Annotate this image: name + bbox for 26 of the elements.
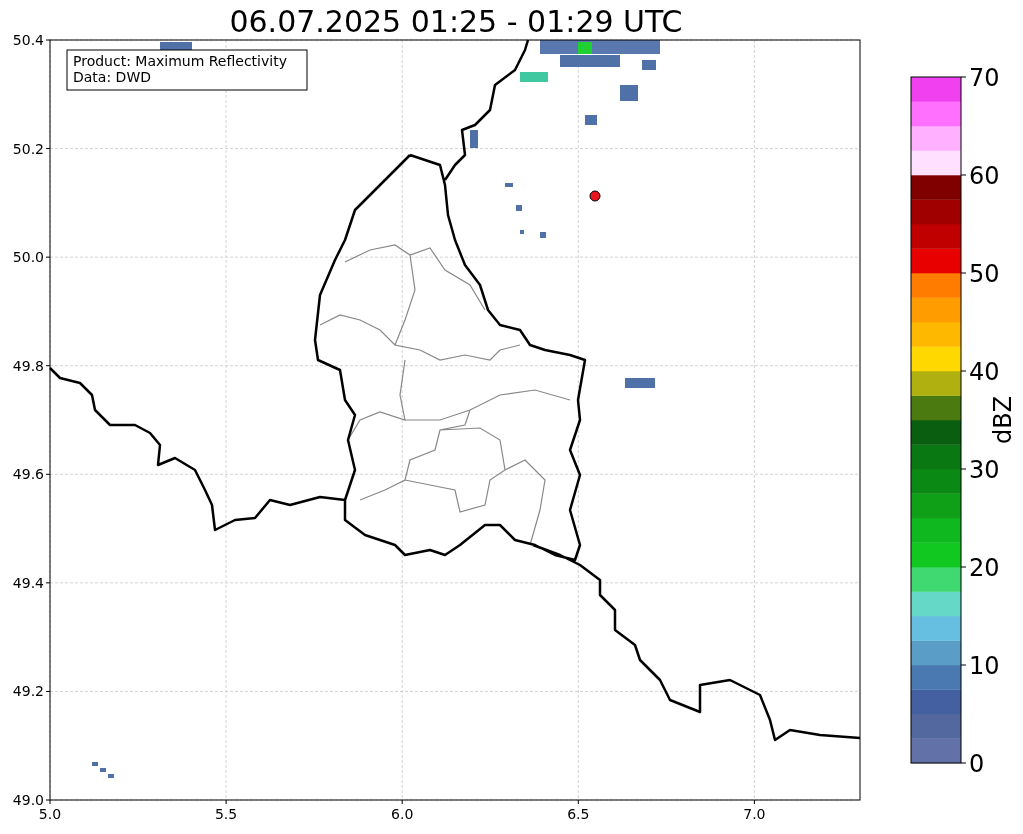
radar-site-marker (589, 190, 601, 202)
colorbar-tick-label: 60 (969, 162, 1000, 190)
longitude-label: 5.5 (214, 806, 238, 822)
latitude-label: 50.0 (12, 249, 44, 266)
colorbar-tick-label: 30 (969, 456, 1000, 484)
longitude-label: 6.5 (567, 806, 590, 822)
latitude-label: 49.8 (12, 357, 44, 374)
legend-text: Product: Maximum Reflectivity (73, 53, 287, 69)
colorbar-tick-label: 10 (969, 652, 1000, 680)
colorbar-tick-label: 20 (969, 554, 1000, 582)
longitude-label: 6.0 (391, 806, 414, 822)
colorbar-tick-label: 40 (969, 358, 1000, 386)
colorbar-tick-label: 0 (969, 750, 985, 778)
longitude-label: 5.0 (38, 806, 62, 822)
colorbar-tick-label: 50 (969, 260, 1000, 288)
colorbar-tick-label: 70 (969, 64, 1000, 92)
latitude-label: 50.4 (12, 32, 44, 48)
legend-text: Data: DWD (73, 69, 151, 85)
colorbar-label: dBZ (989, 395, 1017, 445)
latitude-label: 49.2 (12, 683, 44, 700)
plot-title: 06.07.2025 01:25 - 01:29 UTC (229, 4, 683, 39)
latitude-label: 49.0 (12, 792, 44, 808)
latitude-label: 49.4 (12, 574, 44, 591)
longitude-label: 7.0 (743, 806, 766, 822)
latitude-label: 49.6 (12, 466, 44, 483)
latitude-label: 50.2 (12, 140, 44, 157)
